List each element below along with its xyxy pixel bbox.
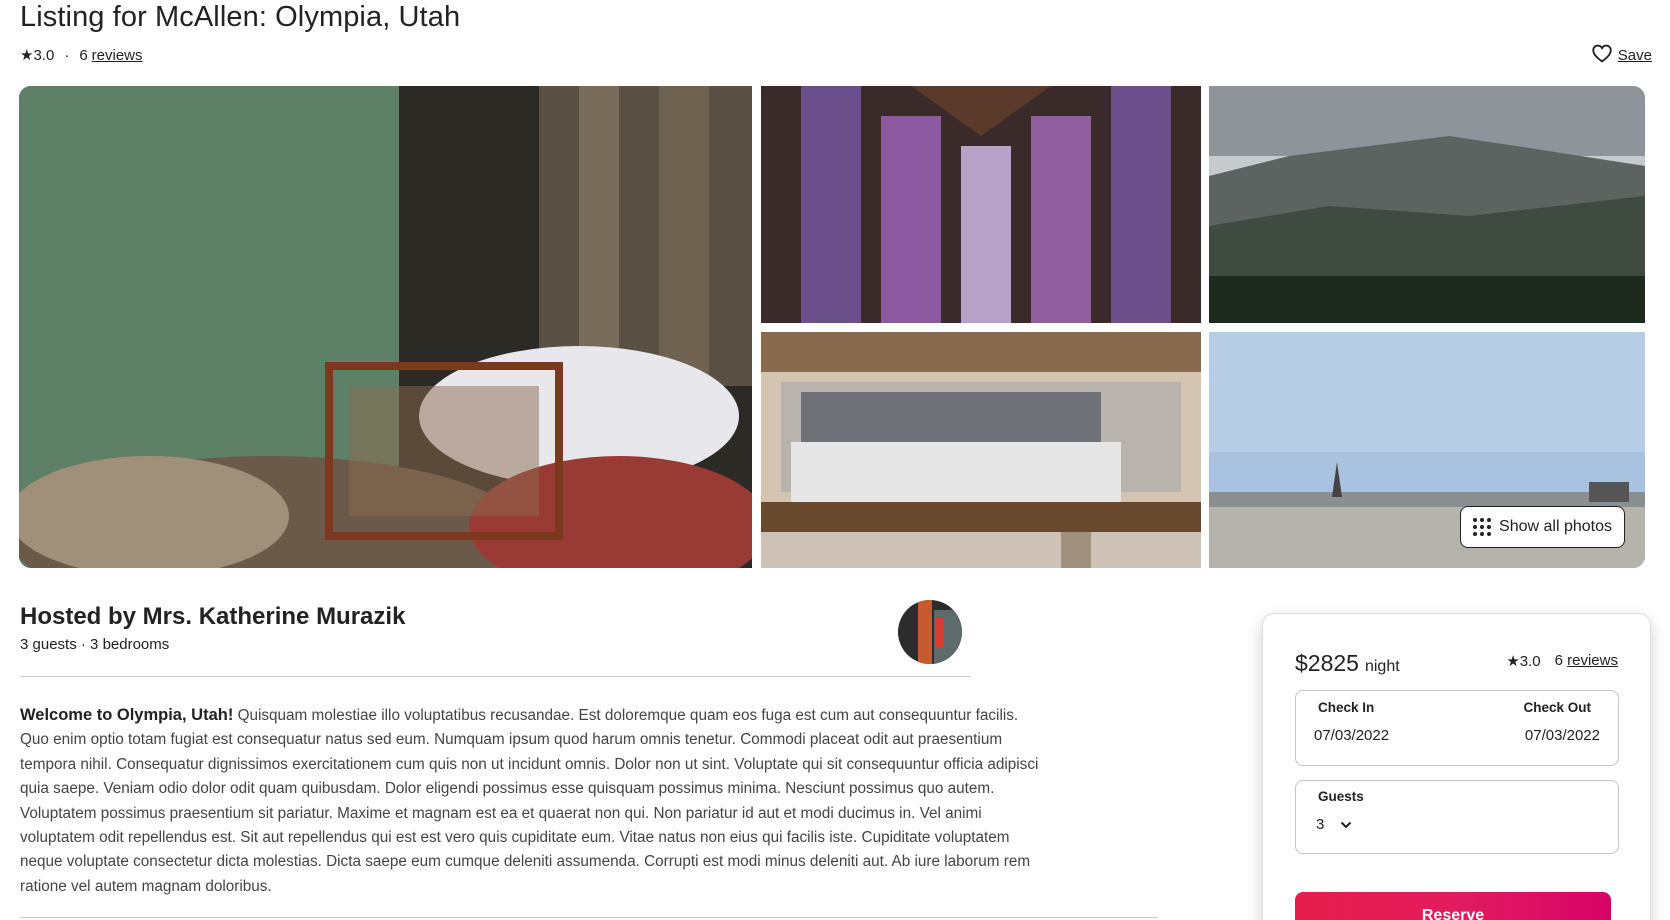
check-out-label: Check Out bbox=[1523, 700, 1591, 715]
gallery-photo-main[interactable] bbox=[19, 86, 752, 568]
gallery-photo-paris[interactable]: Show all photos bbox=[1209, 332, 1645, 568]
host-heading: Hosted by Mrs. Katherine Murazik bbox=[20, 603, 406, 630]
booking-reviews: 6 reviews bbox=[1555, 652, 1618, 670]
bedrooms-count: · 3 bedrooms bbox=[80, 636, 170, 653]
heart-outline-icon bbox=[1592, 44, 1612, 67]
description-heading: Welcome to Olympia, Utah! bbox=[20, 706, 234, 724]
guests-field: Guests 3 bbox=[1295, 780, 1619, 854]
reviews-link[interactable]: reviews bbox=[92, 47, 143, 64]
grid-dots-icon bbox=[1473, 518, 1492, 536]
gallery-photo-cathedral[interactable] bbox=[761, 86, 1201, 323]
listing-description: Welcome to Olympia, Utah! Quisquam moles… bbox=[20, 703, 1050, 899]
gallery-photo-mountains[interactable] bbox=[1209, 86, 1645, 323]
listing-title: Listing for McAllen: Olympia, Utah bbox=[20, 1, 461, 33]
booking-reviews-link[interactable]: reviews bbox=[1567, 652, 1618, 669]
guests-select[interactable]: 3 bbox=[1314, 816, 1600, 833]
listing-meta: ★3.0 · 6 reviews bbox=[20, 46, 143, 65]
check-out-field[interactable]: Check Out 07/03/2022 bbox=[1443, 691, 1618, 767]
reviews-count: 6 bbox=[79, 46, 88, 64]
show-all-photos-button[interactable]: Show all photos bbox=[1460, 506, 1625, 548]
listing-rating: ★3.0 bbox=[20, 47, 55, 64]
booking-reviews-count: 6 bbox=[1554, 652, 1563, 669]
host-details: 3 guests · 3 bedrooms bbox=[20, 636, 169, 653]
show-all-photos-label: Show all photos bbox=[1499, 518, 1612, 535]
price-amount: $2825 bbox=[1295, 650, 1359, 676]
check-out-value: 07/03/2022 bbox=[1524, 727, 1600, 744]
reserve-button[interactable]: Reserve bbox=[1295, 892, 1611, 920]
guests-value: 3 bbox=[1316, 816, 1325, 833]
gallery-photo-model[interactable] bbox=[761, 332, 1201, 568]
section-divider bbox=[20, 917, 1158, 918]
photo-gallery: Show all photos bbox=[19, 86, 1645, 568]
host-avatar[interactable] bbox=[898, 600, 962, 664]
guests-label: Guests bbox=[1318, 789, 1364, 804]
section-divider bbox=[20, 676, 970, 677]
chevron-down-icon bbox=[1340, 816, 1352, 833]
description-body: Quisquam molestiae illo voluptatibus rec… bbox=[20, 707, 1039, 895]
check-in-value: 07/03/2022 bbox=[1314, 727, 1390, 744]
booking-rating-value: ★3.0 bbox=[1506, 653, 1541, 670]
save-label: Save bbox=[1617, 47, 1652, 64]
price-unit: night bbox=[1364, 658, 1400, 675]
guests-count: 3 guests bbox=[20, 636, 77, 653]
date-picker: Check In 07/03/2022 Check Out 07/03/2022 bbox=[1295, 690, 1619, 766]
nightly-price: $2825 night bbox=[1295, 650, 1400, 677]
booking-card: $2825 night ★3.0 6 reviews Check In 07/0… bbox=[1262, 613, 1651, 920]
meta-separator: · bbox=[64, 46, 70, 64]
save-button[interactable]: Save bbox=[1592, 44, 1652, 67]
booking-rating: ★3.0 6 reviews bbox=[1506, 652, 1618, 670]
check-in-label: Check In bbox=[1318, 700, 1375, 715]
